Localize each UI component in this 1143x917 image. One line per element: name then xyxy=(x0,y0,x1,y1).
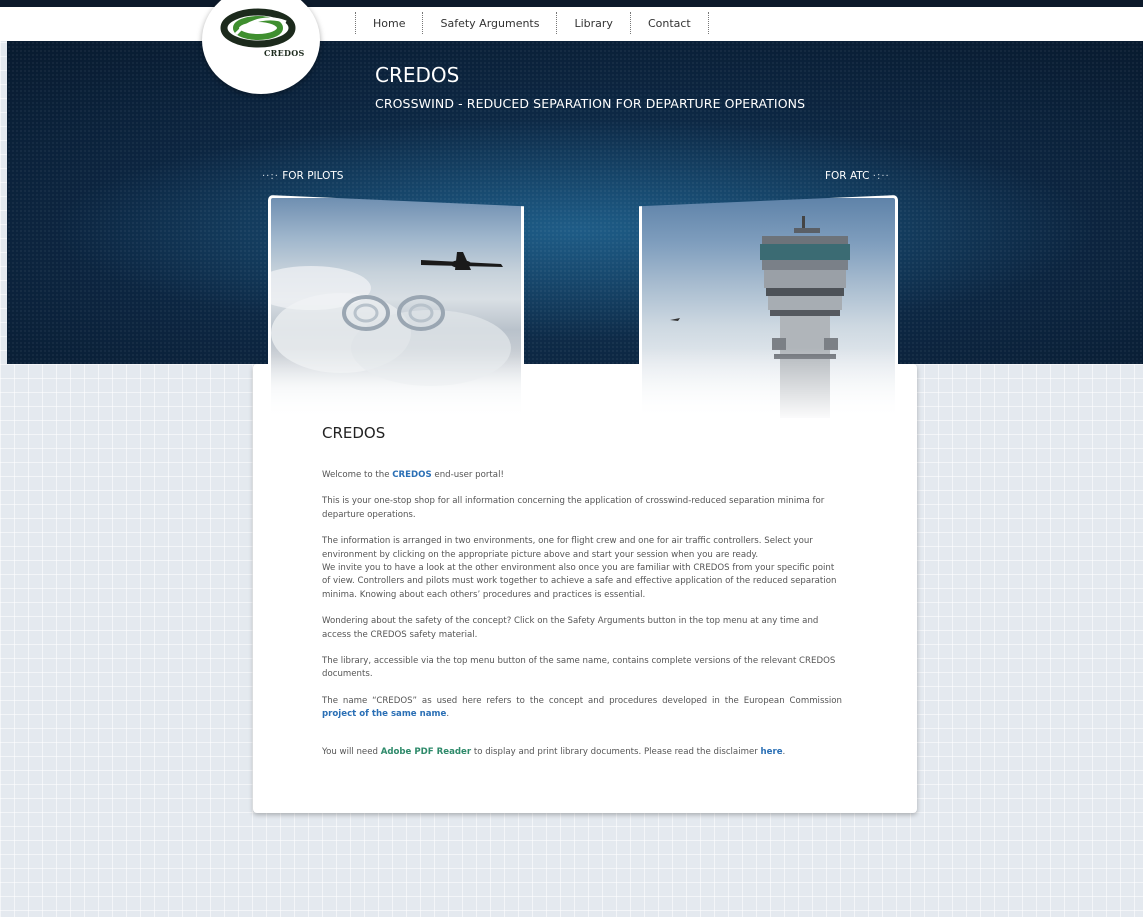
disclaimer-link[interactable]: here xyxy=(761,747,783,757)
environments-paragraph: The information is arranged in two envir… xyxy=(322,535,842,602)
menu-safety-arguments[interactable]: Safety Arguments xyxy=(423,10,556,38)
top-band xyxy=(0,0,1143,7)
text: . xyxy=(446,709,450,720)
pdf-reader-paragraph: You will need Adobe PDF Reader to displa… xyxy=(322,746,842,759)
text: . xyxy=(782,746,786,757)
name-paragraph: The name “CREDOS” as used here refers to… xyxy=(322,695,842,722)
main-content: CREDOS Welcome to the CREDOS end-user po… xyxy=(322,424,842,772)
text: end-user portal! xyxy=(431,470,504,480)
credos-link[interactable]: CREDOS xyxy=(392,470,431,480)
top-menu: Home Safety Arguments Library Contact xyxy=(355,10,709,38)
image-fade xyxy=(642,348,895,418)
for-atc-label: FOR ATC xyxy=(825,170,870,182)
text: We invite you to have a look at the othe… xyxy=(322,563,837,600)
hero-banner xyxy=(7,41,1143,364)
logo-text: CREDOS xyxy=(264,48,305,58)
intro-paragraph: This is your one-stop shop for all infor… xyxy=(322,496,825,520)
menu-contact[interactable]: Contact xyxy=(631,10,708,38)
library-paragraph: The library, accessible via the top menu… xyxy=(322,656,836,680)
for-pilots-link[interactable]: ··:· FOR PILOTS xyxy=(262,170,343,182)
for-atc-link[interactable]: FOR ATC ·:·· xyxy=(825,170,890,182)
adobe-reader-link[interactable]: Adobe PDF Reader xyxy=(381,747,471,757)
pilots-environment-picture[interactable] xyxy=(268,195,524,421)
text: You will need xyxy=(322,746,381,757)
text: The name “CREDOS” as used here refers to… xyxy=(322,695,842,706)
welcome-paragraph: Welcome to the CREDOS end-user portal! xyxy=(322,469,842,482)
text: Welcome to the xyxy=(322,470,393,480)
project-link[interactable]: project of the same name xyxy=(322,709,446,719)
menu-library[interactable]: Library xyxy=(557,10,629,38)
image-fade xyxy=(271,348,521,418)
content-heading: CREDOS xyxy=(322,424,386,442)
menu-separator xyxy=(707,12,709,34)
dots-arrow-icon: ··:· xyxy=(262,171,279,182)
dots-arrow-icon: ·:·· xyxy=(872,171,890,182)
text: to display and print library documents. … xyxy=(471,746,761,757)
safety-paragraph: Wondering about the safety of the concep… xyxy=(322,616,819,640)
text: The information is arranged in two envir… xyxy=(322,536,813,560)
site-subtitle: CROSSWIND - REDUCED SEPARATION FOR DEPAR… xyxy=(375,96,806,111)
menu-home[interactable]: Home xyxy=(356,10,422,38)
for-pilots-label: FOR PILOTS xyxy=(282,170,344,182)
atc-environment-picture[interactable] xyxy=(639,195,898,421)
site-title: CREDOS xyxy=(375,63,460,87)
